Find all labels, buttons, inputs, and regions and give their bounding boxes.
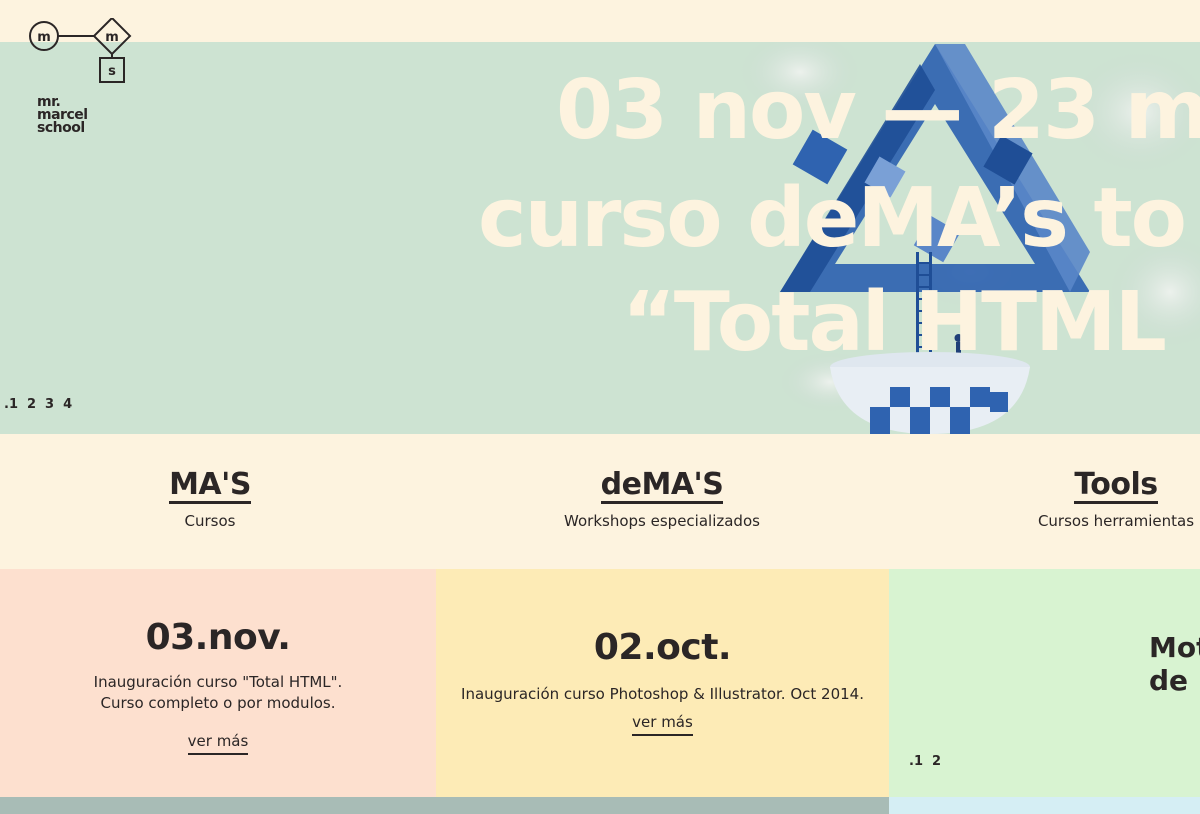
- hero-headline: 03 nov — 23 m curso deMA’s to “Total HTM…: [0, 42, 1200, 434]
- slide-link-4[interactable]: 4: [63, 397, 72, 412]
- news-card-text-line-1: Inauguración curso "Total HTML".: [93, 673, 343, 691]
- news-card-photoshop: 02.oct. Inauguración curso Photoshop & I…: [436, 569, 889, 797]
- slide-link-2[interactable]: 2: [27, 397, 36, 412]
- news-card-date: 03.nov.: [145, 617, 291, 658]
- hero-headline-line-2: curso deMA’s to: [478, 171, 1187, 266]
- color-strip: [889, 797, 1200, 814]
- news-card-date: 02.oct.: [593, 627, 732, 668]
- news-card-title: Mot de r: [1149, 631, 1200, 697]
- slide-link-3[interactable]: 3: [45, 397, 54, 412]
- hero-headline-line-1: 03 nov — 23 m: [556, 63, 1200, 158]
- news-card-text: Inauguración curso Photoshop & Illustrat…: [461, 685, 864, 703]
- category-tools-link[interactable]: Tools: [1074, 468, 1158, 504]
- category-demas: deMA'S Workshops especializados: [512, 468, 812, 530]
- course-categories: MA'S Cursos deMA'S Workshops especializa…: [0, 434, 1200, 569]
- read-more-link[interactable]: ver más: [187, 732, 249, 755]
- svg-text:m: m: [37, 30, 51, 45]
- photo-strip: [0, 797, 889, 814]
- category-demas-subtitle: Workshops especializados: [564, 512, 760, 530]
- category-mas-subtitle: Cursos: [184, 512, 236, 530]
- logo-wordmark: mr. marcel school: [37, 95, 88, 136]
- news-card-total-html: 03.nov. Inauguración curso "Total HTML".…: [0, 569, 436, 797]
- news-card-title-line-2: de r: [1149, 664, 1200, 697]
- logo-mark-icon: m m s: [29, 16, 132, 83]
- svg-text:s: s: [108, 64, 116, 79]
- card-page-link-2[interactable]: 2: [932, 754, 941, 769]
- news-card-motion: Mot de r .1 2: [889, 569, 1200, 797]
- category-tools: Tools Cursos herramientas: [1016, 468, 1200, 530]
- news-card-title-line-1: Mot: [1149, 631, 1200, 664]
- card-page-link-1[interactable]: .1: [909, 754, 923, 769]
- news-card-text: Inauguración curso "Total HTML". Curso c…: [0, 672, 436, 714]
- slide-link-1[interactable]: .1: [4, 397, 18, 412]
- hero-slider: 03 nov — 23 m curso deMA’s to “Total HTM…: [0, 42, 1200, 434]
- category-mas: MA'S Cursos: [110, 468, 310, 530]
- read-more-link[interactable]: ver más: [632, 713, 693, 736]
- news-card-text-line-2: Curso completo o por modulos.: [100, 694, 336, 712]
- card-pager: .1 2: [909, 754, 941, 769]
- category-demas-link[interactable]: deMA'S: [600, 468, 724, 504]
- hero-slide-pager: .1 2 3 4: [4, 397, 72, 412]
- category-mas-link[interactable]: MA'S: [169, 468, 251, 504]
- svg-text:m: m: [105, 30, 119, 45]
- category-tools-subtitle: Cursos herramientas: [1037, 512, 1195, 530]
- top-bar: [0, 0, 1200, 42]
- logo-line-3: school: [37, 120, 85, 136]
- hero-headline-line-3: “Total HTML: [622, 275, 1167, 370]
